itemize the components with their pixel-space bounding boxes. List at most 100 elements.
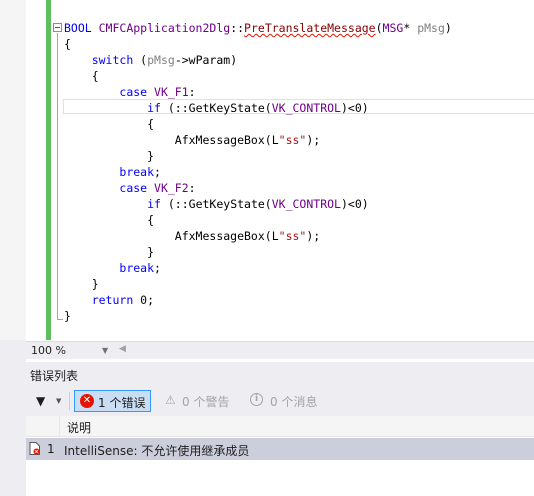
code-line[interactable]: case VK_F1: <box>64 84 452 100</box>
code-line[interactable]: } <box>64 148 452 164</box>
error-list-toolbar: ▼ ▼ ✕ 1 个错误 ⚠ 0 个警告 i 0 个消息 <box>26 386 534 416</box>
code-token: { <box>64 37 71 51</box>
editor-status-bar: 100 % ▼ ◀ <box>26 341 534 359</box>
code-token: } <box>64 245 155 259</box>
warning-icon: ⚠ <box>165 393 176 407</box>
code-token: { <box>64 213 155 227</box>
code-token: break <box>119 261 155 275</box>
error-list-panel: 错误列表 ▼ ▼ ✕ 1 个错误 ⚠ 0 个警告 i 0 个消息 说明 1 In… <box>26 362 534 496</box>
row-number: 1 <box>47 442 55 456</box>
intellisense-error-icon <box>29 442 40 455</box>
code-token: (::GetKeyState( <box>160 101 272 115</box>
code-token: (::GetKeyState( <box>160 197 272 211</box>
messages-filter-label: 0 个消息 <box>270 395 318 409</box>
outline-line-end <box>57 319 63 320</box>
code-token: * <box>403 21 418 35</box>
zoom-level-select[interactable]: 100 % <box>29 343 87 358</box>
code-token: AfxMessageBox(L <box>64 133 279 147</box>
code-line[interactable]: break; <box>64 164 452 180</box>
code-line[interactable]: { <box>64 212 452 228</box>
code-line[interactable]: } <box>64 308 452 324</box>
code-token: "ss" <box>278 133 307 147</box>
code-token: ->wParam) <box>174 53 238 67</box>
code-token: : <box>188 181 196 195</box>
code-token: ) <box>444 21 452 35</box>
code-line[interactable]: } <box>64 244 452 260</box>
code-line[interactable]: { <box>64 36 452 52</box>
error-icon: ✕ <box>80 394 94 408</box>
scroll-left-icon[interactable]: ◀ <box>119 344 126 354</box>
errors-filter-label: 1 个错误 <box>98 396 146 410</box>
warnings-filter-label: 0 个警告 <box>182 395 230 409</box>
code-line[interactable]: return 0; <box>64 292 452 308</box>
column-header-description[interactable]: 说明 <box>67 419 91 436</box>
code-token: :: <box>230 21 245 35</box>
code-token: ); <box>306 229 321 243</box>
code-token: BOOL <box>64 21 99 35</box>
chevron-down-icon[interactable]: ▼ <box>56 397 61 405</box>
code-token: )<0) <box>340 197 369 211</box>
code-token: ( <box>375 21 383 35</box>
filter-icon[interactable]: ▼ <box>36 394 45 408</box>
info-icon: i <box>250 393 263 406</box>
code-token: } <box>64 309 71 323</box>
code-token: { <box>64 69 99 83</box>
code-editor[interactable]: BOOL CMFCApplication2Dlg::PreTranslateMe… <box>0 0 534 340</box>
warnings-filter-button[interactable]: ⚠ 0 个警告 <box>160 390 240 412</box>
code-token: ( <box>133 53 148 67</box>
code-line[interactable]: AfxMessageBox(L"ss"); <box>64 228 452 244</box>
code-token: ; <box>154 165 161 179</box>
collapse-outline-icon[interactable] <box>53 23 62 32</box>
code-token: 0; <box>133 293 155 307</box>
code-line[interactable]: switch (pMsg->wParam) <box>64 52 452 68</box>
code-line[interactable]: { <box>64 116 452 132</box>
code-line[interactable]: case VK_F2: <box>64 180 452 196</box>
errors-filter-button[interactable]: ✕ 1 个错误 <box>74 390 151 412</box>
panel-title: 错误列表 <box>30 369 79 383</box>
code-token: switch <box>91 53 134 67</box>
code-token: { <box>64 117 155 131</box>
row-description: IntelliSense: 不允许使用继承成员 <box>64 444 250 458</box>
code-token: break <box>119 165 155 179</box>
code-token: ); <box>306 133 321 147</box>
code-token: if <box>147 197 161 211</box>
code-token: "ss" <box>278 229 307 243</box>
code-line[interactable]: AfxMessageBox(L"ss"); <box>64 132 452 148</box>
code-line[interactable]: break; <box>64 260 452 276</box>
chevron-down-icon[interactable]: ▼ <box>102 346 108 355</box>
code-token: : <box>188 85 196 99</box>
code-text[interactable]: BOOL CMFCApplication2Dlg::PreTranslateMe… <box>64 20 452 324</box>
column-divider[interactable] <box>59 416 60 436</box>
code-line[interactable]: BOOL CMFCApplication2Dlg::PreTranslateMe… <box>64 20 452 36</box>
code-token: PreTranslateMessage <box>244 21 376 35</box>
code-token: )<0) <box>340 101 369 115</box>
code-line[interactable]: } <box>64 276 452 292</box>
code-line[interactable]: if (::GetKeyState(VK_CONTROL)<0) <box>64 196 452 212</box>
code-token: case <box>119 85 148 99</box>
code-token: pMsg <box>417 21 445 35</box>
toolbar-separator <box>69 392 70 410</box>
table-header: 说明 <box>26 416 534 437</box>
code-line[interactable]: { <box>64 68 452 84</box>
bottom-left-strip <box>0 340 26 496</box>
code-token: return <box>91 293 134 307</box>
code-token: case <box>119 181 148 195</box>
code-token: pMsg <box>147 53 175 67</box>
change-tracking-bar <box>46 0 51 340</box>
code-line[interactable]: if (::GetKeyState(VK_CONTROL)<0) <box>64 100 452 116</box>
messages-filter-button[interactable]: i 0 个消息 <box>248 390 328 412</box>
code-token: VK_F2 <box>154 181 189 195</box>
code-token: VK_CONTROL <box>271 101 341 115</box>
code-token: CMFCApplication2Dlg <box>98 21 231 35</box>
error-table: 说明 1 IntelliSense: 不允许使用继承成员 <box>26 416 534 496</box>
code-token: AfxMessageBox(L <box>64 229 279 243</box>
table-row[interactable]: 1 IntelliSense: 不允许使用继承成员 <box>26 438 534 460</box>
